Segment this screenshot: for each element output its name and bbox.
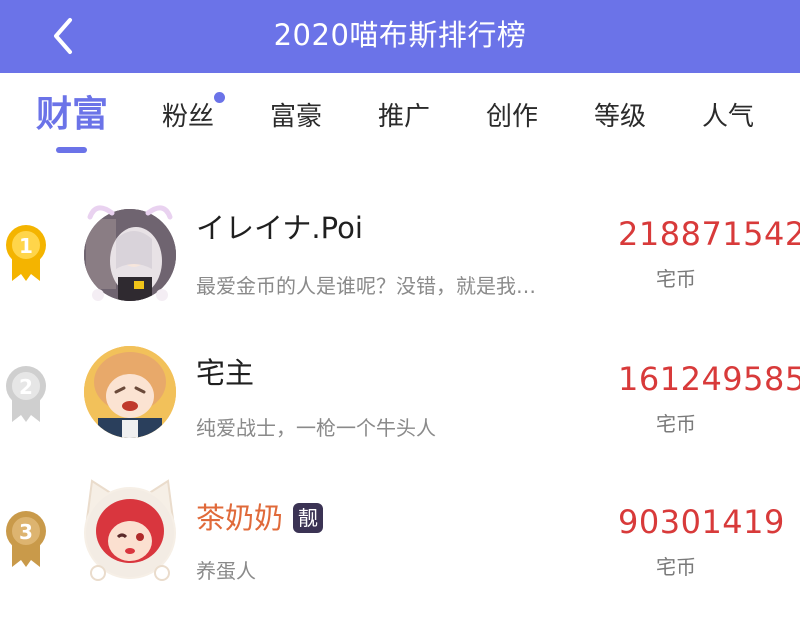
- rank-number: 3: [19, 520, 33, 544]
- ranking-row[interactable]: 2 宅主 纯爱战士，一枪一个牛头人 161249585 宅币: [0, 330, 800, 475]
- bronze-medal-icon: 3: [6, 511, 46, 567]
- rank-number: 2: [19, 375, 33, 399]
- tab-promotion[interactable]: 推广: [378, 95, 430, 139]
- user-name[interactable]: イレイナ.Poi: [196, 205, 363, 247]
- coin-amount: 161249585: [618, 360, 800, 398]
- rank-number: 1: [19, 234, 33, 258]
- user-signature: 养蛋人: [196, 559, 256, 583]
- coin-unit: 宅币: [656, 555, 696, 579]
- category-tabs: 财富 粉丝 富豪 推广 创作 等级 人气: [0, 73, 800, 165]
- user-signature: 纯爱战士，一枪一个牛头人: [196, 416, 436, 440]
- page-title: 2020喵布斯排行榜: [273, 18, 527, 52]
- active-tab-indicator: [56, 147, 87, 153]
- tab-level[interactable]: 等级: [594, 95, 646, 139]
- coin-amount: 218871542: [618, 215, 800, 253]
- gold-medal-icon: 1: [6, 225, 46, 281]
- avatar: [84, 479, 176, 581]
- avatar-frame[interactable]: [78, 336, 182, 440]
- avatar-frame[interactable]: [78, 477, 182, 581]
- coin-amount: 90301419: [618, 503, 785, 541]
- coin-unit: 宅币: [656, 412, 696, 436]
- tab-rich[interactable]: 富豪: [270, 95, 322, 139]
- tab-fans[interactable]: 粉丝: [162, 95, 214, 139]
- tab-wealth[interactable]: 财富: [36, 87, 108, 143]
- new-indicator-dot: [214, 92, 225, 103]
- ranking-row[interactable]: 3 茶奶奶靓 养蛋人 90301419 宅币: [0, 473, 800, 618]
- ranking-screen: 2020喵布斯排行榜 财富 粉丝 富豪 推广 创作 等级 人气 1 イレイナ.P…: [0, 0, 800, 618]
- avatar: [84, 205, 176, 301]
- user-name-text: 茶奶奶: [196, 501, 284, 535]
- user-name[interactable]: 茶奶奶靓: [196, 495, 324, 537]
- ranking-row[interactable]: 1 イレイナ.Poi 最爱金币的人是谁呢？没错，就是我… 218871542 宅…: [0, 185, 800, 330]
- tab-popularity[interactable]: 人气: [702, 95, 754, 139]
- coin-unit: 宅币: [656, 267, 696, 291]
- avatar-frame[interactable]: [78, 199, 182, 303]
- avatar: [84, 346, 176, 438]
- silver-medal-icon: 2: [6, 366, 46, 422]
- user-signature: 最爱金币的人是谁呢？没错，就是我…: [196, 274, 536, 298]
- vip-badge: 靓: [293, 503, 324, 533]
- tab-creation[interactable]: 创作: [486, 95, 538, 139]
- user-name[interactable]: 宅主: [196, 350, 254, 392]
- top-bar: 2020喵布斯排行榜: [0, 0, 800, 73]
